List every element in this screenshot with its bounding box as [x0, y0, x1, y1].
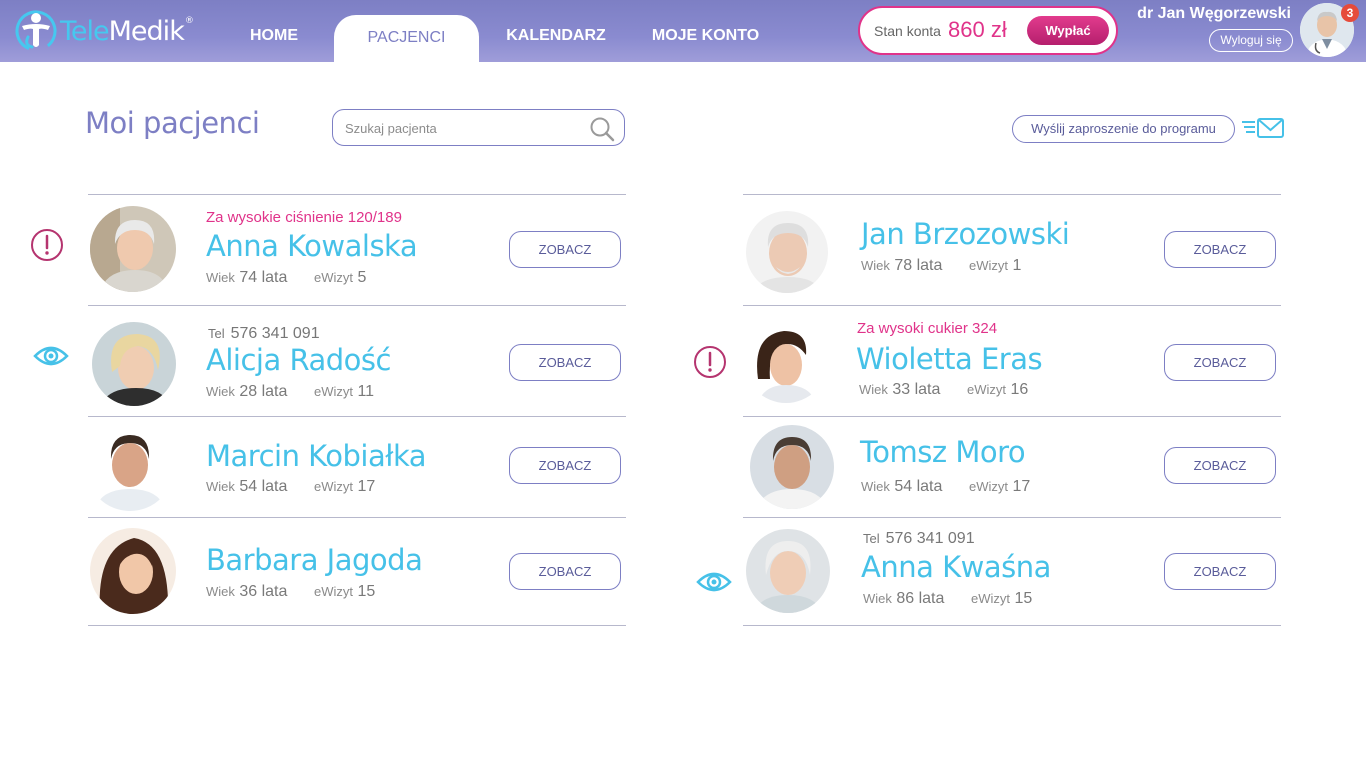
logo-mark-icon — [14, 9, 58, 53]
patient-avatar[interactable] — [92, 322, 176, 406]
patient-alert: Za wysokie ciśnienie 120/189 — [206, 209, 402, 226]
patient-visits: eWizyt 1 — [969, 257, 1022, 274]
telemedik-logo[interactable]: TeleMedik® — [14, 9, 194, 53]
patient-avatar[interactable] — [90, 206, 176, 292]
nav-patients[interactable]: PACJENCI — [334, 15, 479, 62]
account-balance: Stan konta 860 zł Wypłać — [858, 6, 1118, 55]
patient-age: Wiek 86 lata — [863, 590, 945, 607]
patient-name[interactable]: Alicja Radość — [206, 343, 391, 377]
send-invitation-button[interactable]: Wyślij zaproszenie do programu — [1012, 115, 1235, 143]
patient-visits: eWizyt 11 — [314, 383, 375, 400]
nav-calendar[interactable]: KALENDARZ — [502, 0, 610, 62]
patient-name[interactable]: Barbara Jagoda — [206, 543, 423, 577]
patient-name[interactable]: Wioletta Eras — [856, 342, 1043, 376]
patient-avatar[interactable] — [744, 319, 828, 403]
patient-avatar[interactable] — [746, 211, 828, 293]
patient-row: Marcin Kobiałka Wiek 54 lata eWizyt 17 Z… — [28, 417, 621, 527]
patient-row: Jan Brzozowski Wiek 78 lata eWizyt 1 ZOB… — [683, 195, 1276, 305]
search-input[interactable] — [345, 118, 585, 138]
patient-visits: eWizyt 16 — [967, 381, 1029, 398]
search-icon[interactable] — [588, 115, 616, 143]
patient-name[interactable]: Marcin Kobiałka — [206, 439, 427, 473]
patient-phone: Tel 576 341 091 — [863, 530, 975, 547]
patient-search — [332, 109, 625, 146]
patient-age: Wiek 74 lata — [206, 269, 288, 286]
patient-visits: eWizyt 5 — [314, 269, 367, 286]
doctor-name: dr Jan Węgorzewski — [1137, 5, 1291, 22]
balance-label: Stan konta — [874, 23, 941, 39]
view-patient-button[interactable]: ZOBACZ — [1164, 344, 1276, 381]
patient-age: Wiek 78 lata — [861, 257, 943, 274]
patient-avatar[interactable] — [86, 423, 174, 511]
patient-visits: eWizyt 15 — [971, 590, 1033, 607]
top-bar: TeleMedik® HOME PACJENCI KALENDARZ MOJE … — [0, 0, 1366, 62]
patient-avatar[interactable] — [750, 425, 834, 509]
nav-my-account[interactable]: MOJE KONTO — [648, 0, 763, 62]
patient-row: Za wysokie ciśnienie 120/189 Anna Kowals… — [28, 195, 621, 305]
view-patient-button[interactable]: ZOBACZ — [1164, 231, 1276, 268]
logout-button[interactable]: Wyloguj się — [1209, 29, 1293, 52]
patient-name[interactable]: Anna Kowalska — [206, 229, 418, 263]
notification-badge[interactable]: 3 — [1341, 4, 1359, 22]
patient-visits: eWizyt 17 — [969, 478, 1031, 495]
view-patient-button[interactable]: ZOBACZ — [509, 231, 621, 268]
send-mail-icon[interactable] — [1241, 117, 1285, 141]
patient-name[interactable]: Jan Brzozowski — [861, 217, 1070, 251]
balance-value: 860 zł — [948, 17, 1007, 42]
patient-row: Tel 576 341 091 Anna Kwaśna Wiek 86 lata … — [683, 518, 1276, 628]
patient-row: Tel 576 341 091 Alicja Radość Wiek 28 lat… — [28, 306, 621, 416]
view-patient-button[interactable]: ZOBACZ — [1164, 553, 1276, 590]
view-patient-button[interactable]: ZOBACZ — [509, 344, 621, 381]
eye-icon — [696, 570, 732, 594]
patient-age: Wiek 33 lata — [859, 381, 941, 398]
patient-row: Tomsz Moro Wiek 54 lata eWizyt 17 ZOBACZ — [683, 417, 1276, 527]
patient-alert: Za wysoki cukier 324 — [857, 320, 998, 337]
patient-name[interactable]: Tomsz Moro — [860, 435, 1026, 469]
patient-row: Barbara Jagoda Wiek 36 lata eWizyt 15 ZO… — [28, 518, 621, 628]
eye-icon — [33, 344, 69, 368]
view-patient-button[interactable]: ZOBACZ — [1164, 447, 1276, 484]
patient-name[interactable]: Anna Kwaśna — [861, 550, 1051, 584]
withdraw-button[interactable]: Wypłać — [1027, 16, 1109, 45]
patient-visits: eWizyt 15 — [314, 583, 376, 600]
patient-row: Za wysoki cukier 324 Wioletta Eras Wiek … — [683, 306, 1276, 416]
alert-icon — [693, 344, 729, 380]
patient-phone: Tel 576 341 091 — [208, 325, 320, 342]
page-title: Moi pacjenci — [85, 106, 260, 140]
logo-text: TeleMedik® — [60, 15, 194, 47]
view-patient-button[interactable]: ZOBACZ — [509, 447, 621, 484]
nav-home[interactable]: HOME — [238, 0, 310, 62]
patient-age: Wiek 36 lata — [206, 583, 288, 600]
patient-avatar[interactable] — [90, 528, 176, 614]
alert-icon — [30, 227, 66, 263]
patient-visits: eWizyt 17 — [314, 478, 376, 495]
patient-age: Wiek 28 lata — [206, 383, 288, 400]
view-patient-button[interactable]: ZOBACZ — [509, 553, 621, 590]
patient-avatar[interactable] — [746, 529, 830, 613]
patient-age: Wiek 54 lata — [861, 478, 943, 495]
patient-age: Wiek 54 lata — [206, 478, 288, 495]
